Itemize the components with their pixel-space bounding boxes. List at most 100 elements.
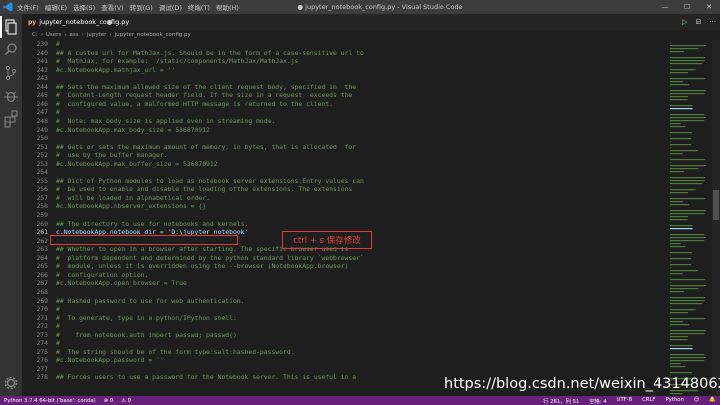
more-actions-icon[interactable]: ···	[709, 18, 716, 26]
code-line[interactable]: 260 ## The directory to use for notebooks…	[22, 220, 248, 229]
line-number: 276	[36, 356, 48, 365]
minimap-line	[670, 60, 705, 62]
code-line[interactable]: 248 # Note: max_body_size is applied even…	[22, 117, 275, 126]
code-line[interactable]: 266 # configuration option.	[22, 271, 148, 280]
code-line[interactable]: 246 # configured value, a malformed HTTP …	[22, 100, 333, 109]
code-line[interactable]: 258 #c.NotebookApp.nbserver_extensions = …	[22, 202, 206, 211]
minimap-line	[670, 120, 705, 122]
cursor-position[interactable]: 行 261，列 51	[543, 397, 579, 405]
code-line[interactable]: 245 # Content-Length request header field…	[22, 91, 352, 100]
code-line[interactable]: 277	[22, 365, 56, 374]
minimap[interactable]	[668, 40, 712, 396]
code-text: #c.NotebookApp.nbserver_extensions = {}	[56, 202, 207, 211]
code-line[interactable]: 244 ## Sets the maximum allowed size of t…	[22, 83, 356, 92]
run-icon[interactable]: ▷	[682, 18, 687, 26]
unsaved-dot-icon[interactable]	[107, 20, 112, 25]
code-text: # platform dependent and determined by t…	[56, 253, 364, 262]
line-number: 270	[36, 305, 48, 314]
menu-selection[interactable]: 选择(S)	[73, 2, 95, 12]
code-line[interactable]: 257 # will be loaded in alphabetical orde…	[22, 194, 209, 203]
indentation[interactable]: 空格: 4	[589, 397, 606, 405]
minimap-line	[670, 219, 688, 221]
code-line[interactable]: 276 #c.NotebookApp.password = ''	[22, 356, 164, 365]
minimap-line	[670, 288, 699, 290]
code-line[interactable]: 242 #c.NotebookApp.mathjax_url = ''	[22, 66, 175, 75]
code-editor[interactable]: 239 #240 ## A custom url for MathJax.js. S…	[22, 40, 668, 396]
line-number: 277	[36, 364, 48, 373]
feedback-icon[interactable]: ☺	[694, 397, 700, 405]
code-line[interactable]: 253 #c.NotebookApp.max_buffer_size = 5368…	[22, 160, 217, 169]
code-line[interactable]: 265 # module, unless it is overridden usi…	[22, 262, 348, 271]
code-line[interactable]: 272 #	[22, 322, 59, 331]
menu-edit[interactable]: 编辑(E)	[45, 2, 67, 12]
warning-count[interactable]: ⚠ 0	[121, 398, 131, 404]
code-line[interactable]: 243	[22, 74, 56, 83]
code-line[interactable]: 270 #	[22, 305, 59, 314]
extensions-icon[interactable]	[0, 108, 22, 130]
code-text: # MathJax, for example: /static/componen…	[56, 57, 299, 66]
menu-terminal[interactable]: 终端(T)	[188, 2, 210, 12]
code-line[interactable]: 275 # The string should be of the form ty…	[22, 348, 294, 357]
code-text: ## Sets the maximum allowed size of the …	[56, 82, 357, 91]
scrollbar-thumb[interactable]	[713, 190, 719, 220]
search-icon[interactable]	[0, 39, 22, 61]
code-line[interactable]: 273 # from notebook.auth import passwd; p…	[22, 331, 236, 340]
code-text: #c.NotebookApp.password = ''	[56, 356, 164, 365]
menu-help[interactable]: 帮助(H)	[216, 2, 239, 12]
error-count[interactable]: ⊗ 0	[104, 398, 114, 404]
encoding[interactable]: UTF-8	[617, 397, 632, 405]
minimap-line	[670, 339, 688, 341]
status-bar: Python 3.7.4 64-bit ('base': conda) ⊗ 0 …	[0, 396, 720, 405]
minimap-line	[670, 279, 706, 281]
end-of-line[interactable]: CRLF	[642, 397, 655, 405]
explorer-icon[interactable]	[0, 16, 22, 38]
line-number: 256	[36, 185, 48, 194]
maximize-button[interactable]: ☐	[676, 0, 698, 14]
split-editor-icon[interactable]: ⊟	[695, 18, 701, 26]
menu-view[interactable]: 查看(V)	[101, 2, 124, 12]
code-line[interactable]: 256 # be used to enable and disable the l…	[22, 185, 352, 194]
tab-jupyter-notebook-config[interactable]: py jupyter_notebook_config.py	[22, 14, 129, 30]
code-line[interactable]: 249 #c.NotebookApp.max_body_size = 536870…	[22, 126, 209, 135]
settings-gear-icon[interactable]	[0, 372, 22, 394]
minimap-line	[670, 78, 706, 80]
code-line[interactable]: 255 ## Dict of Python modules to load as …	[22, 177, 363, 186]
code-line[interactable]: 247 #	[22, 108, 59, 117]
vertical-scrollbar[interactable]	[712, 40, 720, 396]
close-window-button[interactable]: ✕	[698, 0, 720, 14]
breadcrumb-folder[interactable]: jupyter	[87, 32, 107, 38]
minimize-button[interactable]: —	[654, 0, 676, 14]
code-line[interactable]: 250	[22, 134, 56, 143]
code-line[interactable]: 239 #	[22, 40, 59, 49]
code-line[interactable]: 241 # MathJax, for example: /static/compo…	[22, 57, 298, 66]
language-mode[interactable]: Python	[665, 397, 683, 405]
menu-debug[interactable]: 调试(D)	[159, 2, 182, 12]
debug-icon[interactable]	[0, 85, 22, 107]
python-file-icon: py	[28, 18, 37, 26]
code-line[interactable]: 268	[22, 288, 56, 297]
code-line[interactable]: 274 #	[22, 339, 59, 348]
code-line[interactable]: 259	[22, 211, 56, 220]
breadcrumb-users[interactable]: Users	[46, 32, 61, 38]
source-control-icon[interactable]	[0, 62, 22, 84]
breadcrumb-user[interactable]: ass	[70, 32, 79, 38]
breadcrumb-drive[interactable]: C:	[32, 32, 38, 38]
notifications-bell-icon[interactable]: 🔔	[709, 397, 716, 405]
code-line[interactable]: 240 ## A custom url for MathJax.js. Shoul…	[22, 49, 363, 58]
python-interpreter[interactable]: Python 3.7.4 64-bit ('base': conda)	[4, 398, 96, 404]
code-line[interactable]: 269 ## Hashed password to use for web aut…	[22, 297, 244, 306]
code-line[interactable]: 278 ## Forces users to use a password for…	[22, 373, 356, 382]
code-line[interactable]: 252 # use by the buffer manager.	[22, 151, 167, 160]
minimap-line	[670, 213, 705, 215]
menu-go[interactable]: 转到(G)	[130, 2, 153, 12]
minimap-line	[670, 216, 688, 218]
code-line[interactable]: 267 #c.NotebookApp.open_browser = True	[22, 279, 186, 288]
code-line[interactable]: 271 # To generate, type in a python/IPyth…	[22, 314, 236, 323]
breadcrumb-file[interactable]: jupyter_notebook_config.py	[115, 32, 191, 38]
minimap-line	[670, 210, 706, 212]
code-line[interactable]: 251 ## Gets or sets the maximum amount of…	[22, 143, 356, 152]
minimap-line	[670, 183, 703, 185]
menu-file[interactable]: 文件(F)	[17, 2, 39, 12]
code-line[interactable]: 264 # platform dependent and determined b…	[22, 253, 364, 263]
code-line[interactable]: 254	[22, 168, 56, 177]
